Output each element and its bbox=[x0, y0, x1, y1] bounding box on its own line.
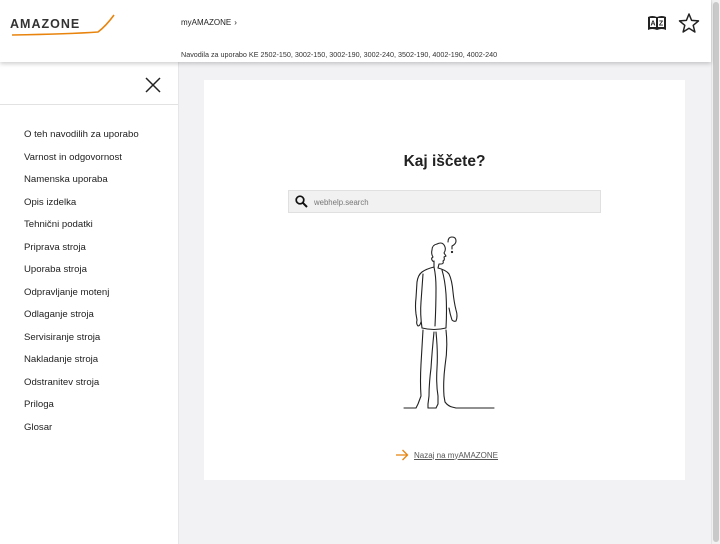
back-to-myamazone-link[interactable]: Nazaj na myAMAZONE bbox=[395, 448, 498, 462]
page-scrollbar[interactable] bbox=[711, 0, 720, 544]
top-header: AMAZONE myAMAZONE › Navodila za uporabo K… bbox=[0, 0, 711, 62]
sidebar-item-glosar[interactable]: Glosar bbox=[24, 421, 139, 444]
sidebar-item-opis-izdelka[interactable]: Opis izdelka bbox=[24, 196, 139, 219]
sidebar-item-priprava-stroja[interactable]: Priprava stroja bbox=[24, 241, 139, 264]
sidebar-item-odlaganje-stroja[interactable]: Odlaganje stroja bbox=[24, 308, 139, 331]
sidebar-item-uporaba-stroja[interactable]: Uporaba stroja bbox=[24, 263, 139, 286]
search-input[interactable] bbox=[314, 194, 594, 210]
sidebar-item-varnost[interactable]: Varnost in odgovornost bbox=[24, 151, 139, 174]
page-title: Kaj iščete? bbox=[403, 153, 486, 170]
breadcrumb: myAMAZONE › bbox=[181, 18, 237, 27]
sidebar-close-row bbox=[0, 62, 178, 105]
sidebar-item-tehnicni-podatki[interactable]: Tehnični podatki bbox=[24, 218, 139, 241]
logo-text: AMAZONE bbox=[10, 17, 81, 31]
sidebar-item-namenska-uporaba[interactable]: Namenska uporaba bbox=[24, 173, 139, 196]
sidebar-item-servisiranje-stroja[interactable]: Servisiranje stroja bbox=[24, 331, 139, 354]
sidebar-item-o-teh-navodilih[interactable]: O teh navodilih za uporabo bbox=[24, 128, 139, 151]
amazone-logo[interactable]: AMAZONE bbox=[10, 12, 118, 38]
breadcrumb-separator: › bbox=[234, 18, 237, 27]
search-card: Kaj iščete? webhelp.search Nazaj na myAM… bbox=[204, 80, 685, 480]
dictionary-button[interactable]: A Z bbox=[646, 12, 668, 34]
close-sidebar-button[interactable] bbox=[144, 76, 162, 94]
search-bar[interactable] bbox=[288, 190, 601, 213]
sidebar-item-priloga[interactable]: Priloga bbox=[24, 398, 139, 421]
sidebar-item-odstranitev-stroja[interactable]: Odstranitev stroja bbox=[24, 376, 139, 399]
favorites-button[interactable] bbox=[678, 12, 700, 34]
scrollbar-thumb[interactable] bbox=[713, 2, 719, 542]
close-icon bbox=[145, 77, 161, 93]
search-icon bbox=[295, 195, 308, 208]
sidebar-item-nakladanje-stroja[interactable]: Nakladanje stroja bbox=[24, 353, 139, 376]
dictionary-book-icon: A Z bbox=[648, 16, 666, 30]
back-link-label: Nazaj na myAMAZONE bbox=[414, 450, 499, 460]
dictionary-glyph-a: A bbox=[650, 21, 655, 28]
dictionary-glyph-z: Z bbox=[659, 21, 664, 28]
arrow-right-icon bbox=[396, 449, 409, 461]
sidebar-item-odpravljanje-motenj[interactable]: Odpravljanje motenj bbox=[24, 286, 139, 309]
star-icon bbox=[678, 13, 700, 33]
breadcrumb-link-myamazone[interactable]: myAMAZONE bbox=[181, 18, 231, 27]
document-subtitle: Navodila za uporabo KE 2502-150, 3002-15… bbox=[181, 50, 498, 59]
sidebar: O teh navodilih za uporabo Varnost in od… bbox=[0, 62, 179, 544]
sidebar-nav: O teh navodilih za uporabo Varnost in od… bbox=[24, 128, 139, 443]
thinking-person-illustration bbox=[403, 236, 495, 409]
